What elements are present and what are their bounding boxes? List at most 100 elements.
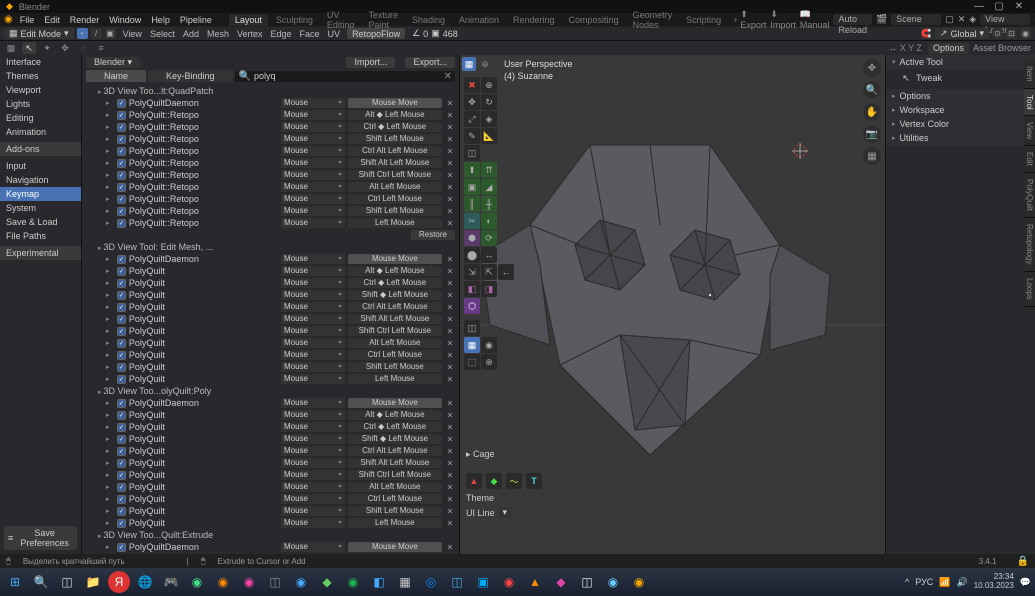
3d-viewport[interactable]: ▦ ⊕ User Perspective (4) Suzanne ✖⊕ ✥↻ ⤢… [460,55,885,554]
workspace-compositing[interactable]: Compositing [563,14,625,26]
rotate-tool[interactable]: ↻ [481,94,497,110]
task-view-icon[interactable]: ◫ [56,571,78,593]
input-type-dropdown[interactable]: Mouse [281,494,345,504]
input-type-dropdown[interactable]: Mouse [281,434,345,444]
delete-keymap-icon[interactable]: ✕ [445,411,455,420]
vertex-color-header[interactable]: Vertex Color [886,117,1035,131]
another-app-icon-5[interactable]: ◆ [316,571,338,593]
input-type-dropdown[interactable]: Mouse [281,374,345,384]
face-icon[interactable]: ◆ [486,473,502,489]
delete-keymap-icon[interactable]: ✕ [445,459,455,468]
enable-checkbox[interactable]: ✓ [117,195,126,204]
enable-checkbox[interactable]: ✓ [117,507,126,516]
input-type-dropdown[interactable]: Mouse [281,422,345,432]
delete-keymap-icon[interactable]: ✕ [445,483,455,492]
keymap-search-input[interactable] [254,71,451,81]
vertex-select-mode[interactable]: • [77,28,88,39]
keymap-tab-name[interactable]: Name [86,70,146,82]
retopoflow-button[interactable]: RetopoFlow [347,28,405,39]
polybuild-tool[interactable]: ⬢ [464,230,480,246]
yandex-icon[interactable]: Я [108,571,130,593]
rotate-icon[interactable]: ◌ [76,42,90,54]
delete-keymap-icon[interactable]: ✕ [445,267,455,276]
prefs-addons[interactable]: Add-ons [0,142,81,156]
expand-arrow-icon[interactable]: ▸ [106,459,114,467]
snap-icon[interactable]: ⊡ [1006,28,1017,39]
enable-checkbox[interactable]: ✓ [117,135,126,144]
delete-keymap-icon[interactable]: ✕ [445,183,455,192]
expand-arrow-icon[interactable]: ▸ [106,207,114,215]
mesh-edit-icon[interactable]: ◫ [464,320,480,336]
export-keymap-button[interactable]: Export... [405,57,455,68]
vscode-icon[interactable]: ◧ [368,571,390,593]
keymap-search[interactable]: 🔍 ✕ [235,71,455,82]
orientation-selector[interactable]: ↗ Global ▾ [935,28,989,39]
input-type-dropdown[interactable]: Mouse [281,98,345,108]
enable-checkbox[interactable]: ✓ [117,495,126,504]
workspace-animation[interactable]: Animation [453,14,505,26]
expand-arrow-icon[interactable]: ▸ [106,483,114,491]
move-tool[interactable]: ✥ [464,94,480,110]
offsetloop-tool[interactable]: ╫ [481,196,497,212]
hotkey-button[interactable]: Mouse Move [348,98,442,108]
enable-checkbox[interactable]: ✓ [117,207,126,216]
panel-tab-polyquilt[interactable]: PolyQuilt [1024,173,1035,218]
input-type-dropdown[interactable]: Mouse [281,350,345,360]
add-cube-tool[interactable]: ◫ [464,145,480,161]
delete-keymap-icon[interactable]: ✕ [445,471,455,480]
delete-keymap-icon[interactable]: ✕ [445,99,455,108]
prefs-cat-lights[interactable]: Lights [0,97,81,111]
lock-icon[interactable]: 🔒 [1017,556,1029,567]
expand-arrow-icon[interactable]: ▸ [106,363,114,371]
editmode-menu-mesh[interactable]: Mesh [203,29,233,39]
delete-keymap-icon[interactable]: ✕ [445,495,455,504]
edge-select-mode[interactable]: / [91,28,102,39]
menu-window[interactable]: Window [104,15,146,25]
search-taskbar-icon[interactable]: 🔍 [30,571,52,593]
face-select-mode[interactable]: ▣ [105,28,116,39]
spotify-icon[interactable]: ◉ [342,571,364,593]
enable-checkbox[interactable]: ✓ [117,183,126,192]
bevel-tool[interactable]: ◢ [481,179,497,195]
add-workspace-button[interactable]: + [733,15,738,25]
workspace-shading[interactable]: Shading [406,14,451,26]
delete-keymap-icon[interactable]: ✕ [445,291,455,300]
expand-arrow-icon[interactable]: ▸ [106,267,114,275]
input-type-dropdown[interactable]: Mouse [281,146,345,156]
cage-panel[interactable]: Cage [473,449,495,459]
workspace-geometry-nodes[interactable]: Geometry Nodes [627,9,679,31]
expand-arrow-icon[interactable]: ▸ [106,495,114,503]
editmode-menu-view[interactable]: View [119,29,146,39]
manual-menu[interactable]: 📖 Manual [800,9,830,30]
shear-tool[interactable]: ⇱ [481,264,497,280]
ripedge-tool[interactable]: ◨ [481,281,497,297]
input-type-dropdown[interactable]: Mouse [281,518,345,528]
hotkey-button[interactable]: Shift Alt Left Mouse [348,158,442,168]
rip-tool[interactable]: ◧ [464,281,480,297]
import-menu[interactable]: ⬇ Import [770,9,796,30]
options-header[interactable]: Options [886,89,1035,103]
input-type-dropdown[interactable]: Mouse [281,410,345,420]
tosphere-tool[interactable]: ← [498,264,514,280]
hotkey-button[interactable]: Shift Left Mouse [348,206,442,216]
list-icon[interactable]: ≡ [94,42,108,54]
measure-tool[interactable]: 📐 [481,128,497,144]
workspace-layout[interactable]: Layout [229,14,268,26]
hotkey-button[interactable]: Ctrl ◆ Left Mouse [348,278,442,288]
editmode-menu-edge[interactable]: Edge [267,29,296,39]
delete-keymap-icon[interactable]: ✕ [445,315,455,324]
enable-checkbox[interactable]: ✓ [117,255,126,264]
enable-checkbox[interactable]: ✓ [117,399,126,408]
keymap-tab-key[interactable]: Key-Binding [148,70,233,82]
panel-tab-view[interactable]: View [1024,116,1035,146]
hotkey-button[interactable]: Shift Ctrl Left Mouse [348,326,442,336]
hotkey-button[interactable]: Ctrl Alt Left Mouse [348,146,442,156]
hotkey-button[interactable]: Alt ◆ Left Mouse [348,266,442,276]
expand-arrow-icon[interactable]: ▸ [106,279,114,287]
delete-keymap-icon[interactable]: ✕ [445,279,455,288]
hotkey-button[interactable]: Shift Alt Left Mouse [348,314,442,324]
enable-checkbox[interactable]: ✓ [117,159,126,168]
prefs-cat-input[interactable]: Input [0,159,81,173]
hotkey-button[interactable]: Ctrl Left Mouse [348,494,442,504]
editmode-menu-uv[interactable]: UV [324,29,345,39]
